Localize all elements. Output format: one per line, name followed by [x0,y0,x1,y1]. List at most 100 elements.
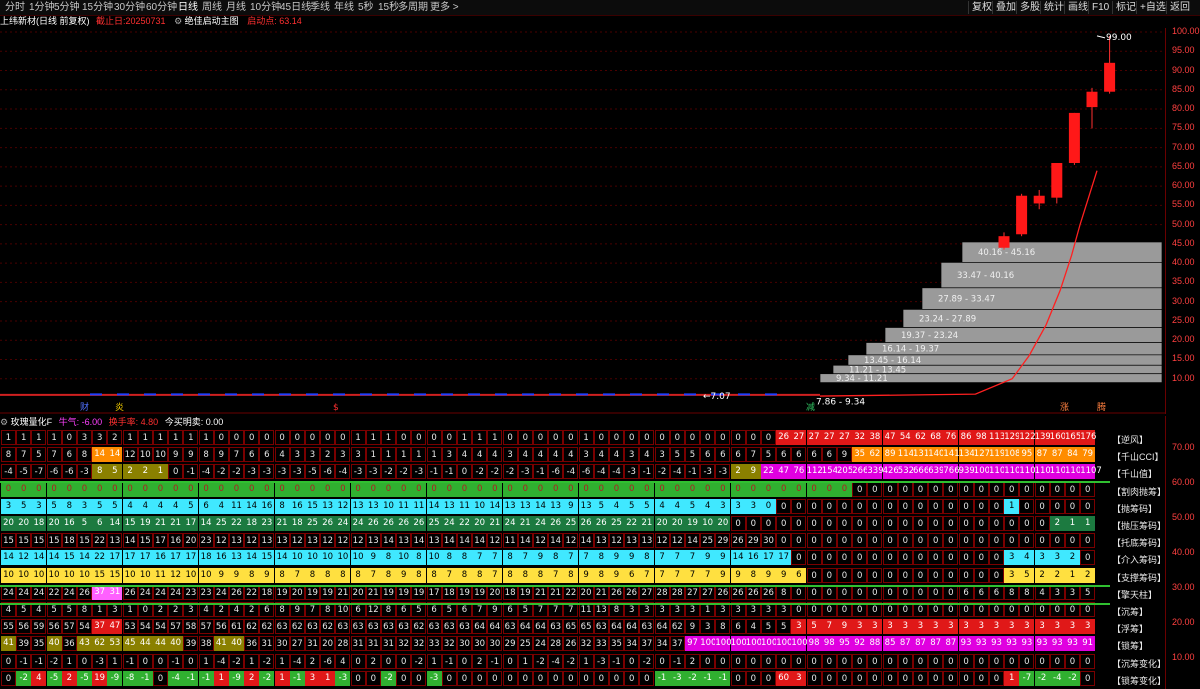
toolbar-right-1[interactable]: 叠加 [992,1,1019,14]
stock-title: 上纬新材(日线 前复权) [0,16,90,26]
chip-cell: 0 [1004,481,1020,497]
chip-cell: 0 [213,430,229,445]
chip-cell: 114 [897,447,914,463]
toolbar-right-6[interactable]: 标记 [1112,1,1139,14]
today-value: 今买明卖: 0.00 [164,417,224,427]
chip-cell: 0 [761,653,776,669]
chip-cell: 7 [46,447,62,463]
chip-cell: -2 [533,653,548,669]
chip-cell: 0 [1080,533,1096,549]
chip-cell: 0 [350,670,366,686]
chip-cell: 0 [639,481,655,497]
period-tab-11[interactable]: 季线 [308,1,332,14]
chip-cell: 3 [31,498,47,514]
toolbar-right-8[interactable]: 返回 [1166,1,1193,14]
chip-cell: 47 [882,430,898,445]
chip-cell: 0 [609,670,624,686]
sub-indicator-name[interactable]: 玫瑰量化F [11,417,53,427]
chip-cell: 0 [776,653,792,669]
chip-cell: 4 [335,653,351,669]
chip-cell: 31 [381,636,396,652]
chip-cell: 0 [989,670,1004,686]
chip-cell: 17 [183,550,199,566]
price-axis-tick: 75.00 [1172,122,1195,133]
chip-cell: 7 [229,447,244,463]
chip-cell: 93 [989,636,1004,652]
chip-cell: -3 [426,670,442,686]
period-tab-15[interactable]: 多周期 [396,1,430,14]
chip-cell: 35 [609,636,624,652]
sub-gear-icon[interactable]: ⚙ [0,417,8,427]
period-tab-6[interactable]: 日线 [176,1,200,14]
period-tab-4[interactable]: 30分钟 [112,1,147,14]
chip-cell: 19 [472,584,488,600]
chip-cell: 25 [609,516,624,531]
chip-cell: -3 [335,670,351,686]
chip-cell: 0 [761,481,776,497]
period-tab-8[interactable]: 月线 [224,1,248,14]
high-arrow [1096,35,1106,39]
chip-cell: 19 [137,516,153,531]
chip-cell: 13 [517,498,533,514]
chip-cell: 141 [943,447,960,463]
chip-cell: 0 [943,584,959,600]
chip-cell: 25 [305,516,320,531]
range-label: 40.16 - 45.16 [978,248,1035,258]
chip-cell: -2 [396,464,412,480]
event-marker-5: 腾 [1097,401,1106,413]
chip-cell: 85 [882,636,898,652]
chip-cell: 134 [958,447,975,463]
chip-cell: 1 [137,430,153,445]
chip-cell: 0 [989,550,1004,566]
indicator-name[interactable]: 绝佳启动主图 [185,16,239,26]
chip-cell: 100 [791,636,808,652]
chip-cell: 639 [928,464,944,480]
toolbar-right-2[interactable]: 多股 [1016,1,1043,14]
chip-cell: 0 [943,516,959,531]
chip-cell: 14 [46,550,62,566]
chip-cell: 8 [198,447,214,463]
niuqi-value: 牛气: -6.00 [58,417,103,427]
toolbar-right-5[interactable]: F10 [1088,1,1112,14]
toolbar-right-7[interactable]: +自选 [1136,1,1169,14]
chip-cell: 9 [563,498,579,514]
chip-cell: 0 [365,670,381,686]
period-tab-0[interactable]: 分时 [3,1,27,14]
chip-cell: 6 [730,447,746,463]
period-tab-2[interactable]: 5分钟 [52,1,82,14]
period-tab-7[interactable]: 周线 [200,1,224,14]
indicator-icon[interactable]: ⚙ [174,16,182,26]
chip-cell: 2 [244,670,260,686]
chip-cell: 13 [365,533,381,549]
period-tab-16[interactable]: 更多 > [428,1,461,14]
chip-cell: 0 [867,550,883,566]
chip-cell: 0 [867,670,883,686]
period-tab-12[interactable]: 年线 [332,1,356,14]
toolbar-right-0[interactable]: 复权 [968,1,995,14]
chip-cell: 1003 [973,464,995,480]
chip-cell: -4 [168,670,184,686]
chip-cell: 0 [289,481,305,497]
chip-cell: 26 [122,584,138,600]
chip-cell: 5 [1019,567,1035,583]
chip-cell: 165 [1065,430,1081,445]
period-tab-13[interactable]: 5秒 [356,1,376,14]
chip-cell: 0 [1019,533,1035,549]
chip-cell: 9 [715,567,731,583]
chip-cell: 3 [1,498,16,514]
chip-cell: 6 [92,516,108,531]
chip-cell: -1 [198,670,214,686]
toolbar-right-3[interactable]: 统计 [1040,1,1067,14]
toolbar-right-4[interactable]: 画线 [1064,1,1091,14]
chip-cell: -1 [122,653,138,669]
chip-cell: 0 [837,498,852,514]
chip-cell: 0 [654,430,670,445]
candlestick-chart[interactable]: 40.16 - 45.16 33.47 - 40.16 27.89 - 33.47 2… [0,28,1165,414]
period-tab-5[interactable]: 60分钟 [144,1,179,14]
chip-cell: 6 [791,567,807,583]
period-tab-3[interactable]: 15分钟 [80,1,115,14]
chip-cell: 0 [685,481,700,497]
chip-cell: 57 [198,619,214,635]
chip-cell: 0 [654,653,670,669]
chip-cell: 0 [61,481,77,497]
